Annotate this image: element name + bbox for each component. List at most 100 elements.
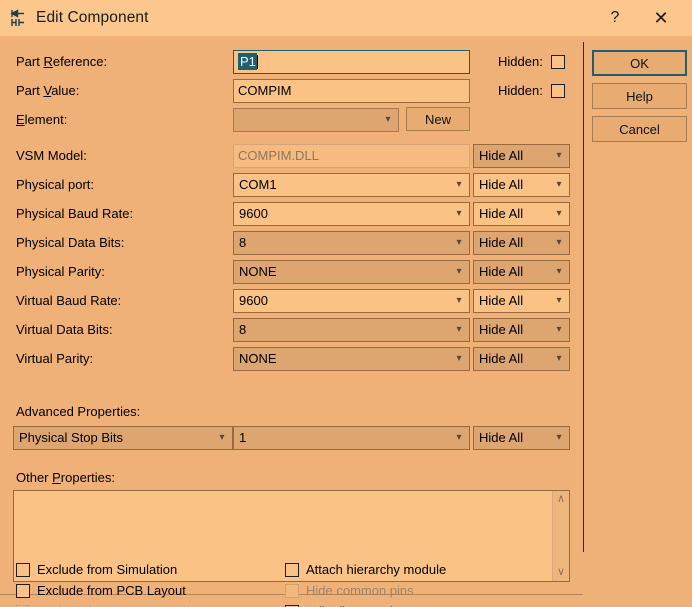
property-value-text: COM1 xyxy=(239,177,277,192)
title-bar: Edit Component ? ✕ xyxy=(0,0,692,36)
part-reference-value: P1 xyxy=(238,53,257,70)
chevron-down-icon: ▾ xyxy=(556,236,562,248)
label-part-reference: Part Reference: xyxy=(16,54,108,69)
property-hide-combo[interactable]: Hide All ▾ xyxy=(473,288,570,313)
chevron-down-icon: ▾ xyxy=(556,352,562,364)
label-other-properties: Other Properties: xyxy=(16,470,115,485)
label-property: VSM Model: xyxy=(16,148,87,163)
property-value-combo[interactable]: COM1 ▾ xyxy=(233,172,470,197)
row-part-reference: Part Reference: P1 Hidden: xyxy=(0,48,583,75)
label-property: Physical Baud Rate: xyxy=(16,206,134,221)
chevron-down-icon: ▾ xyxy=(456,352,462,364)
option-row[interactable]: Exclude from Simulation xyxy=(16,562,177,577)
property-hide-text: Hide All xyxy=(479,322,524,337)
row-advanced-properties: Physical Stop Bits ▾ 1 ▾ Hide All ▾ xyxy=(0,424,583,451)
checkbox-hidden-reference[interactable] xyxy=(550,54,565,69)
option-row[interactable]: Hide common pins xyxy=(285,583,414,598)
property-value-combo[interactable]: 8 ▾ xyxy=(233,317,470,342)
chevron-down-icon: ▾ xyxy=(456,431,462,443)
chevron-down-icon: ▾ xyxy=(456,178,462,190)
cancel-button[interactable]: Cancel xyxy=(592,116,687,142)
label-part-value: Part Value: xyxy=(16,83,80,98)
property-value-combo[interactable]: NONE ▾ xyxy=(233,259,470,284)
part-reference-input[interactable]: P1 xyxy=(233,49,470,74)
option-row[interactable]: Exclude from PCB Layout xyxy=(16,583,186,598)
option-label: Exclude from Simulation xyxy=(37,562,178,577)
text-caret xyxy=(256,54,258,69)
row-property: Physical Data Bits: 8 ▾ Hide All ▾ xyxy=(0,229,583,256)
row-property: VSM Model: COMPIM.DLL Hide All ▾ xyxy=(0,142,583,169)
row-property: Virtual Data Bits: 8 ▾ Hide All ▾ xyxy=(0,316,583,343)
property-hide-combo[interactable]: Hide All ▾ xyxy=(473,143,570,168)
property-value-combo[interactable]: 8 ▾ xyxy=(233,230,470,255)
ok-button[interactable]: OK xyxy=(592,50,687,76)
option-label: Attach hierarchy module xyxy=(306,562,447,577)
label-property: Physical Parity: xyxy=(16,264,105,279)
chevron-down-icon: ▾ xyxy=(556,323,562,335)
label-hidden-reference: Hidden: xyxy=(498,54,543,69)
title-help-button[interactable]: ? xyxy=(592,0,638,36)
label-element: Element: xyxy=(16,112,68,127)
label-property: Virtual Parity: xyxy=(16,351,94,366)
chevron-down-icon: ▾ xyxy=(556,431,562,443)
help-button[interactable]: Help xyxy=(592,83,687,109)
row-property: Virtual Parity: NONE ▾ Hide All ▾ xyxy=(0,345,583,372)
advanced-hide-combo[interactable]: Hide All ▾ xyxy=(473,425,570,450)
property-value-combo[interactable]: NONE ▾ xyxy=(233,346,470,371)
label-property: Virtual Data Bits: xyxy=(16,322,113,337)
part-value-input[interactable]: COMPIM xyxy=(233,78,470,103)
property-value-combo[interactable]: 9600 ▾ xyxy=(233,288,470,313)
part-value-hidden-group: Hidden: xyxy=(498,83,565,98)
component-icon xyxy=(8,8,28,28)
option-checkbox[interactable] xyxy=(16,562,30,577)
window-title: Edit Component xyxy=(36,9,149,26)
new-element-button[interactable]: New xyxy=(406,107,470,131)
option-checkbox[interactable] xyxy=(16,583,30,598)
scroll-up-icon[interactable]: ∧ xyxy=(557,494,565,505)
chevron-down-icon: ▾ xyxy=(556,294,562,306)
property-value-text: NONE xyxy=(239,264,277,279)
advanced-value-text: 1 xyxy=(239,430,247,445)
chevron-down-icon: ▾ xyxy=(556,178,562,190)
part-reference-hidden-group: Hidden: xyxy=(498,54,565,69)
chevron-down-icon: ▾ xyxy=(556,265,562,277)
option-checkbox xyxy=(285,583,299,598)
row-property: Physical Parity: NONE ▾ Hide All ▾ xyxy=(0,258,583,285)
property-value-text: 8 xyxy=(239,322,247,337)
property-hide-text: Hide All xyxy=(479,293,524,308)
row-part-value: Part Value: COMPIM Hidden: xyxy=(0,77,583,104)
chevron-down-icon: ▾ xyxy=(556,149,562,161)
chevron-down-icon: ▾ xyxy=(456,323,462,335)
property-value-text: COMPIM.DLL xyxy=(238,148,319,163)
options-area: Exclude from Simulation Exclude from PCB … xyxy=(0,554,692,607)
element-combo[interactable]: ▾ xyxy=(233,107,399,132)
part-value-text: COMPIM xyxy=(238,83,292,98)
advanced-value-combo[interactable]: 1 ▾ xyxy=(233,425,470,450)
property-value-combo[interactable]: 9600 ▾ xyxy=(233,201,470,226)
property-hide-text: Hide All xyxy=(479,177,524,192)
option-row[interactable]: Attach hierarchy module xyxy=(285,562,446,577)
property-hide-text: Hide All xyxy=(479,351,524,366)
close-icon[interactable]: ✕ xyxy=(638,0,684,36)
property-value-text: 8 xyxy=(239,235,247,250)
advanced-hide-text: Hide All xyxy=(479,430,524,445)
property-value-input[interactable]: COMPIM.DLL xyxy=(233,143,470,168)
checkbox-hidden-value[interactable] xyxy=(550,83,565,98)
property-hide-text: Hide All xyxy=(479,264,524,279)
property-hide-combo[interactable]: Hide All ▾ xyxy=(473,346,570,371)
label-hidden-value: Hidden: xyxy=(498,83,543,98)
property-value-text: 9600 xyxy=(239,293,268,308)
property-value-text: NONE xyxy=(239,351,277,366)
chevron-down-icon: ▾ xyxy=(456,236,462,248)
property-hide-combo[interactable]: Hide All ▾ xyxy=(473,230,570,255)
option-checkbox[interactable] xyxy=(285,562,299,577)
row-element: Element: ▾ New xyxy=(0,106,583,133)
chevron-down-icon: ▾ xyxy=(456,294,462,306)
property-hide-combo[interactable]: Hide All ▾ xyxy=(473,172,570,197)
property-hide-combo[interactable]: Hide All ▾ xyxy=(473,317,570,342)
property-hide-combo[interactable]: Hide All ▾ xyxy=(473,259,570,284)
advanced-property-combo[interactable]: Physical Stop Bits ▾ xyxy=(13,425,233,450)
property-value-text: 9600 xyxy=(239,206,268,221)
label-property: Physical Data Bits: xyxy=(16,235,125,250)
property-hide-combo[interactable]: Hide All ▾ xyxy=(473,201,570,226)
